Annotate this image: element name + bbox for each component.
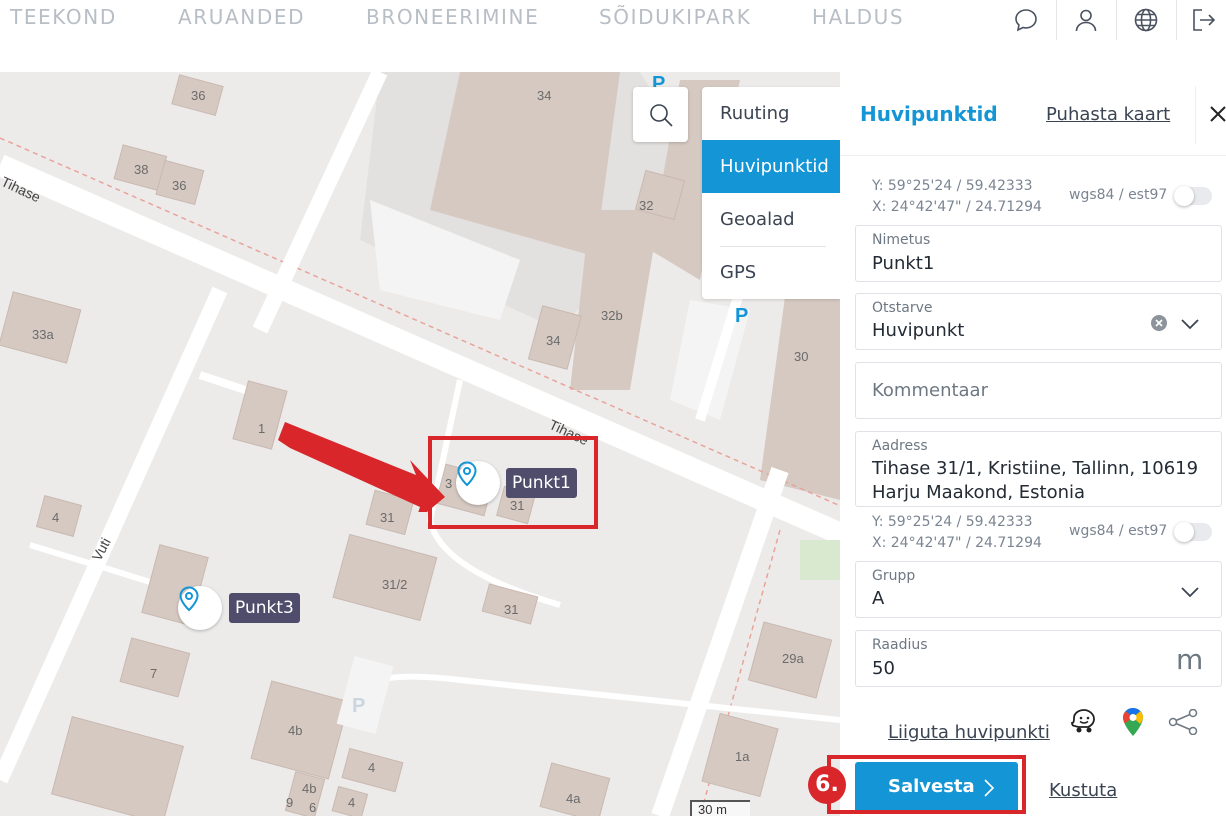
svg-text:32: 32 bbox=[639, 198, 653, 213]
purpose-value: Huvipunkt bbox=[872, 320, 965, 341]
nav-item-haldus[interactable]: HALDUS bbox=[812, 5, 904, 29]
coordinates-top: Y: 59°25'24 / 59.42333 X: 24°42'47" / 24… bbox=[872, 176, 1042, 218]
google-maps-icon[interactable] bbox=[1121, 707, 1145, 737]
projection-toggle-bottom[interactable] bbox=[1174, 522, 1212, 542]
map-tool-menu: Ruuting Huvipunktid Geoalad GPS bbox=[702, 87, 840, 299]
group-value: A bbox=[872, 588, 885, 609]
menu-item-gps[interactable]: GPS bbox=[702, 246, 840, 299]
svg-text:33a: 33a bbox=[32, 327, 54, 342]
clear-icon[interactable] bbox=[1150, 314, 1168, 332]
share-icon[interactable] bbox=[1168, 709, 1198, 735]
svg-text:29a: 29a bbox=[782, 651, 804, 666]
svg-text:9: 9 bbox=[286, 795, 293, 810]
projection-label-bottom: wgs84 / est97 bbox=[1069, 523, 1168, 539]
svg-text:4b: 4b bbox=[302, 781, 316, 796]
coord-y-top: Y: 59°25'24 / 59.42333 bbox=[872, 178, 1033, 194]
chat-icon[interactable] bbox=[997, 0, 1055, 40]
radius-value: 50 bbox=[872, 658, 895, 679]
waze-icon[interactable] bbox=[1069, 707, 1099, 737]
map-search-button[interactable] bbox=[633, 87, 688, 142]
svg-text:32b: 32b bbox=[601, 308, 623, 323]
name-label: Nimetus bbox=[872, 232, 931, 248]
svg-text:34: 34 bbox=[546, 333, 560, 348]
nav-item-aruanded[interactable]: ARUANDED bbox=[178, 5, 305, 29]
move-poi-link[interactable]: Liiguta huvipunkti bbox=[888, 722, 1050, 743]
purpose-label: Otstarve bbox=[872, 300, 933, 316]
globe-icon[interactable] bbox=[1117, 0, 1175, 40]
poi-panel: Huvipunktid Puhasta kaart Y: 59°25'24 / … bbox=[840, 72, 1226, 816]
user-icon[interactable] bbox=[1057, 0, 1115, 40]
menu-item-huvipunktid[interactable]: Huvipunktid bbox=[702, 140, 840, 193]
radius-field[interactable]: Raadius 50 m bbox=[855, 630, 1222, 687]
chevron-down-icon[interactable] bbox=[1180, 586, 1200, 598]
svg-text:31: 31 bbox=[380, 510, 394, 525]
annotation-arrow-icon bbox=[278, 422, 445, 512]
svg-text:4: 4 bbox=[52, 510, 59, 525]
nav-item-teekond[interactable]: TEEKOND bbox=[10, 5, 117, 29]
svg-text:1: 1 bbox=[258, 421, 265, 436]
svg-text:4a: 4a bbox=[566, 791, 581, 806]
map-pin-punkt3[interactable] bbox=[178, 586, 222, 630]
nav-item-soidukipark[interactable]: SÕIDUKIPARK bbox=[599, 5, 751, 29]
svg-text:P: P bbox=[352, 695, 365, 717]
step-badge: 6. bbox=[808, 766, 846, 804]
menu-item-geoalad[interactable]: Geoalad bbox=[702, 193, 840, 246]
map-pin-label-punkt3: Punkt3 bbox=[229, 593, 300, 623]
purpose-select[interactable]: Otstarve Huvipunkt bbox=[855, 293, 1222, 350]
svg-text:4: 4 bbox=[368, 760, 375, 775]
top-navigation: TEEKOND ARUANDED BRONEERIMINE SÕIDUKIPAR… bbox=[0, 0, 1226, 72]
coordinates-bottom: Y: 59°25'24 / 59.42333 X: 24°42'47" / 24… bbox=[872, 512, 1042, 554]
nav-item-broneerimine[interactable]: BRONEERIMINE bbox=[366, 5, 539, 29]
svg-text:6: 6 bbox=[309, 800, 316, 815]
radius-unit: m bbox=[1176, 643, 1204, 676]
logout-icon[interactable] bbox=[1180, 0, 1226, 40]
address-label: Aadress bbox=[872, 438, 928, 454]
panel-title: Huvipunktid bbox=[860, 102, 998, 126]
map-scale: 30 m bbox=[690, 800, 750, 816]
name-value: Punkt1 bbox=[872, 253, 935, 274]
svg-text:4: 4 bbox=[348, 795, 355, 810]
close-icon[interactable] bbox=[1206, 102, 1226, 126]
search-icon bbox=[649, 103, 673, 127]
svg-text:7: 7 bbox=[150, 666, 157, 681]
comment-placeholder: Kommentaar bbox=[872, 380, 988, 401]
comment-field[interactable]: Kommentaar bbox=[855, 362, 1222, 419]
delete-link[interactable]: Kustuta bbox=[1049, 780, 1117, 801]
address-line1: Tihase 31/1, Kristiine, Tallinn, 10619 bbox=[872, 458, 1199, 479]
chevron-down-icon[interactable] bbox=[1180, 318, 1200, 330]
group-select[interactable]: Grupp A bbox=[855, 561, 1222, 618]
svg-text:34: 34 bbox=[537, 88, 551, 103]
coord-y-bottom: Y: 59°25'24 / 59.42333 bbox=[872, 514, 1033, 530]
svg-text:30: 30 bbox=[794, 349, 808, 364]
svg-text:P: P bbox=[735, 305, 748, 327]
projection-label-top: wgs84 / est97 bbox=[1069, 187, 1168, 203]
projection-toggle-top[interactable] bbox=[1174, 186, 1212, 206]
coord-x-bottom: X: 24°42'47" / 24.71294 bbox=[872, 535, 1042, 551]
svg-text:36: 36 bbox=[191, 88, 205, 103]
group-label: Grupp bbox=[872, 568, 916, 584]
svg-text:31: 31 bbox=[504, 602, 518, 617]
svg-text:1a: 1a bbox=[735, 749, 750, 764]
location-pin-icon bbox=[179, 586, 199, 612]
radius-label: Raadius bbox=[872, 637, 928, 653]
svg-text:38: 38 bbox=[134, 162, 148, 177]
save-highlight-box bbox=[827, 755, 1026, 814]
address-line2: Harju Maakond, Estonia bbox=[872, 482, 1086, 503]
panel-header: Huvipunktid Puhasta kaart bbox=[840, 72, 1226, 156]
clear-map-link[interactable]: Puhasta kaart bbox=[1046, 104, 1170, 125]
svg-text:36: 36 bbox=[172, 178, 186, 193]
address-field[interactable]: Aadress Tihase 31/1, Kristiine, Tallinn,… bbox=[855, 431, 1222, 507]
svg-text:31/2: 31/2 bbox=[382, 577, 407, 592]
name-field[interactable]: Nimetus Punkt1 bbox=[855, 225, 1222, 282]
menu-item-ruuting[interactable]: Ruuting bbox=[702, 87, 840, 140]
svg-text:4b: 4b bbox=[288, 723, 302, 738]
app-root: TEEKOND ARUANDED BRONEERIMINE SÕIDUKIPAR… bbox=[0, 0, 1226, 816]
coord-x-top: X: 24°42'47" / 24.71294 bbox=[872, 199, 1042, 215]
